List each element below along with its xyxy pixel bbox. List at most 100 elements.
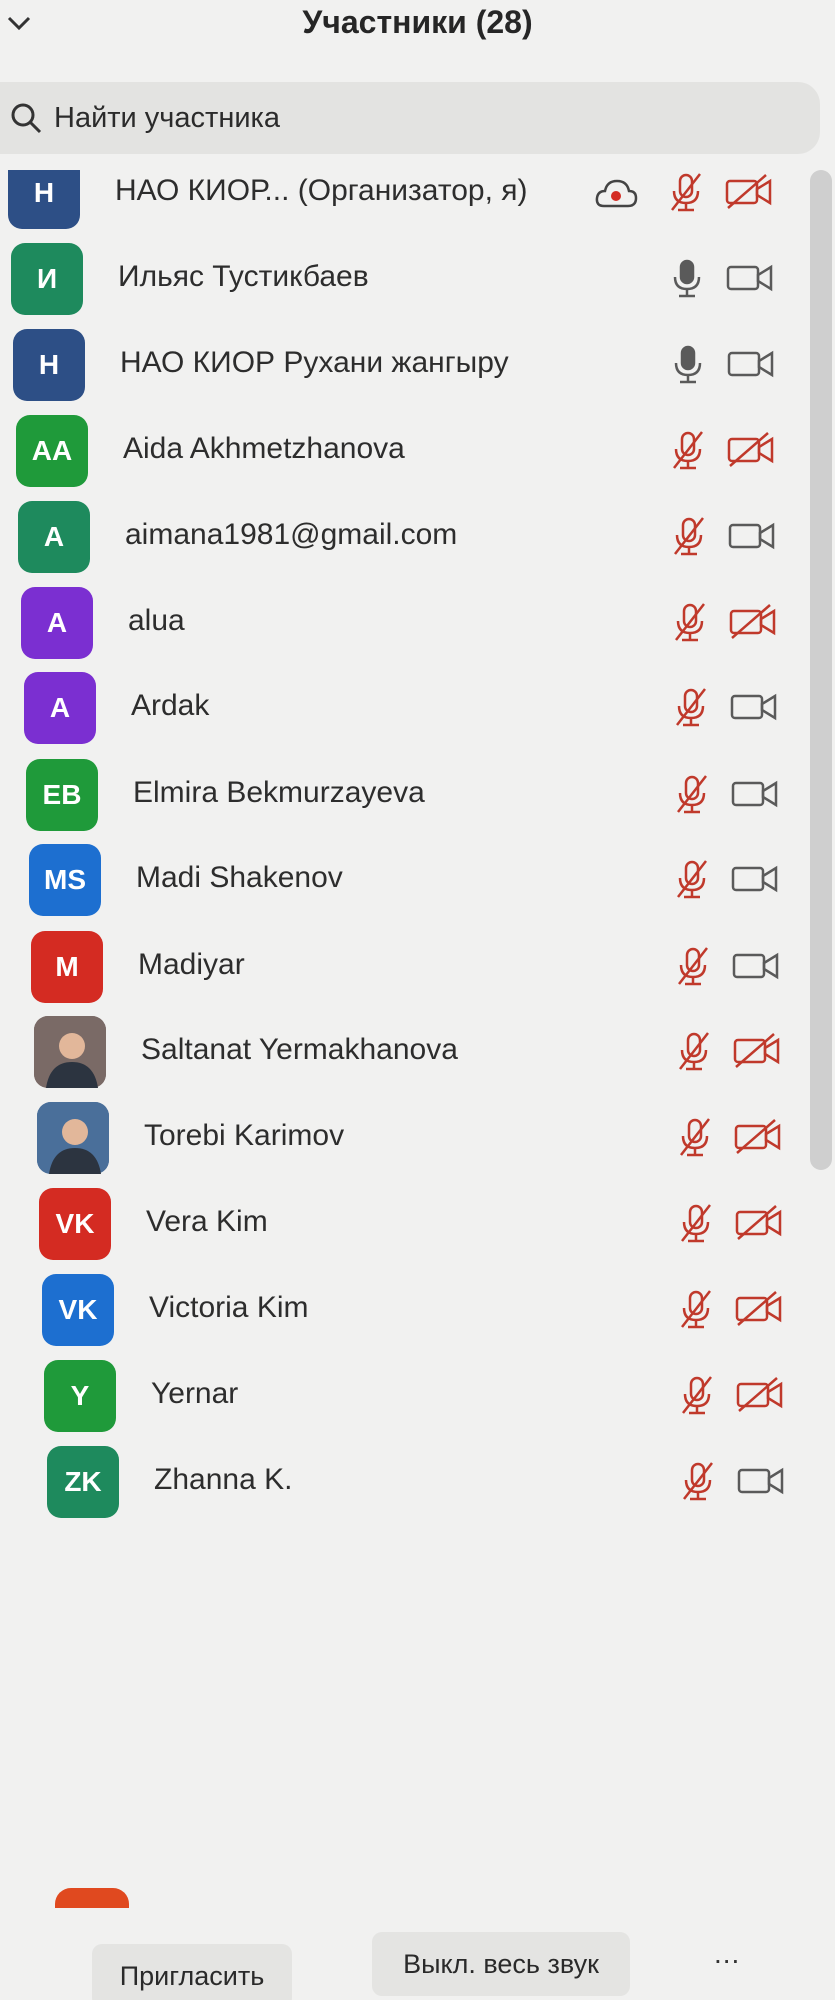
mic-muted-icon[interactable] <box>664 170 708 214</box>
mic-muted-icon[interactable] <box>675 1373 719 1417</box>
participant-row[interactable]: Aaimana1981@gmail.com <box>0 492 805 582</box>
avatar <box>55 1888 129 1908</box>
video-off-icon[interactable] <box>734 1287 784 1331</box>
video-icon[interactable] <box>726 342 776 386</box>
avatar-photo <box>37 1101 109 1174</box>
mic-icon[interactable] <box>665 256 709 300</box>
participant-row[interactable]: AA Aida Akhmetzhanova <box>0 406 805 496</box>
participant-name: Victoria Kim <box>149 1290 309 1324</box>
participant-row[interactable]: Aalua <box>0 578 805 668</box>
avatar: EB <box>26 758 98 831</box>
search-input[interactable] <box>54 101 754 135</box>
video-off-icon[interactable] <box>724 170 774 214</box>
avatar-initials: EB <box>42 778 82 810</box>
avatar: VK <box>39 1188 111 1260</box>
participant-row[interactable]: ZK Zhanna K. <box>0 1437 805 1527</box>
participant-name: Madiyar <box>138 947 245 981</box>
avatar: Y <box>44 1360 116 1432</box>
avatar-initials: MS <box>44 864 86 895</box>
search-icon <box>11 103 42 134</box>
participant-name: Elmira Bekmurzayeva <box>133 775 425 809</box>
avatar: A <box>24 672 96 744</box>
video-icon[interactable] <box>729 685 779 729</box>
video-icon[interactable] <box>731 944 781 988</box>
video-off-icon[interactable] <box>726 428 776 472</box>
participant-name: Madi Shakenov <box>136 861 343 894</box>
video-icon[interactable] <box>730 857 780 901</box>
participant-row[interactable]: VK Vera Kim <box>0 1179 805 1269</box>
participant-name: Vera Kim <box>146 1205 268 1238</box>
participant-name: НАО КИОР... (Организатор, я) <box>115 174 528 207</box>
video-off-icon[interactable] <box>733 1115 783 1159</box>
participant-row[interactable]: И Ильяс Тустикбаев <box>0 234 805 324</box>
mic-muted-icon[interactable] <box>667 514 711 558</box>
mic-icon[interactable] <box>666 342 710 386</box>
participant-name: НАО КИОР Рухани жангыру <box>120 346 509 379</box>
mic-muted-icon[interactable] <box>674 1287 718 1331</box>
mute-all-button-label: Выкл. весь звук <box>403 1948 599 1979</box>
participant-name: Ardak <box>131 689 210 722</box>
mic-muted-icon[interactable] <box>674 1201 718 1245</box>
participant-row[interactable]: MS Madi Shakenov <box>0 835 805 925</box>
video-off-icon[interactable] <box>732 1029 782 1073</box>
participant-row[interactable]: Y Yernar <box>0 1351 805 1441</box>
video-off-icon[interactable] <box>734 1201 784 1245</box>
avatar: M <box>31 930 103 1003</box>
participant-row[interactable]: Saltanat Yermakhanova <box>0 1007 805 1097</box>
avatar-initials: Н <box>33 177 55 208</box>
mic-muted-icon[interactable] <box>673 1115 717 1159</box>
mute-all-button[interactable]: Выкл. весь звук <box>372 1932 630 1996</box>
participant-row[interactable]: Torebi Karimov <box>0 1093 805 1183</box>
participant-row[interactable]: EB Elmira Bekmurzayeva <box>0 750 805 840</box>
avatar-initials: И <box>36 262 58 294</box>
participant-row[interactable]: VK Victoria Kim <box>0 1265 805 1355</box>
mic-muted-icon[interactable] <box>672 1029 716 1073</box>
video-icon[interactable] <box>730 772 780 816</box>
cloud-recording-icon <box>594 176 638 210</box>
more-button[interactable]: ... <box>714 1938 740 1970</box>
avatar: A <box>18 501 90 573</box>
video-icon[interactable] <box>725 256 775 300</box>
mic-muted-icon[interactable] <box>670 857 714 901</box>
participant-list: Н НАО КИОР... (Организатор, я) И Ильяс Тус… <box>0 170 805 1900</box>
avatar-initials: A <box>46 606 68 638</box>
mic-muted-icon[interactable] <box>670 772 714 816</box>
avatar-initials: Y <box>70 1380 90 1411</box>
invite-button-label: Пригласить <box>119 1960 265 1991</box>
avatar-initials: Н <box>38 349 60 380</box>
participant-row[interactable]: Н НАО КИОР Рухани жангыру <box>0 320 805 410</box>
mic-muted-icon[interactable] <box>671 944 715 988</box>
scrollbar[interactable] <box>810 170 832 1170</box>
mic-muted-icon[interactable] <box>669 685 713 729</box>
mic-muted-icon[interactable] <box>676 1459 720 1503</box>
avatar: A <box>21 586 93 659</box>
avatar: Н <box>13 329 85 401</box>
participant-row[interactable]: A Ardak <box>0 663 805 753</box>
video-icon[interactable] <box>727 514 777 558</box>
avatar-initials: ZK <box>64 1465 102 1497</box>
avatar-initials: VK <box>58 1293 98 1325</box>
participant-row[interactable]: M Madiyar <box>0 922 805 1012</box>
avatar: Н <box>8 170 80 229</box>
video-off-icon[interactable] <box>728 600 778 644</box>
panel-header: Участники (28) <box>0 0 835 60</box>
avatar: VK <box>42 1273 114 1346</box>
avatar: MS <box>29 844 101 916</box>
participant-name: Ильяс Тустикбаев <box>118 259 369 293</box>
participant-row[interactable]: Н НАО КИОР... (Организатор, я) <box>0 170 805 238</box>
participant-name: Zhanna K. <box>154 1462 293 1496</box>
invite-button[interactable]: Пригласить <box>92 1944 292 2000</box>
participant-name: Aida Akhmetzhanova <box>123 431 405 465</box>
avatar-initials: AA <box>31 434 73 466</box>
avatar-photo <box>34 1016 106 1088</box>
video-off-icon[interactable] <box>735 1373 785 1417</box>
participant-name: alua <box>128 603 185 637</box>
video-icon[interactable] <box>736 1459 786 1503</box>
panel-title: Участники (28) <box>302 4 533 40</box>
participant-name: Saltanat Yermakhanova <box>141 1033 458 1066</box>
search-bar[interactable] <box>0 82 820 154</box>
mic-muted-icon[interactable] <box>668 600 712 644</box>
avatar-initials: A <box>49 692 71 723</box>
avatar: ZK <box>47 1445 119 1518</box>
mic-muted-icon[interactable] <box>666 428 710 472</box>
